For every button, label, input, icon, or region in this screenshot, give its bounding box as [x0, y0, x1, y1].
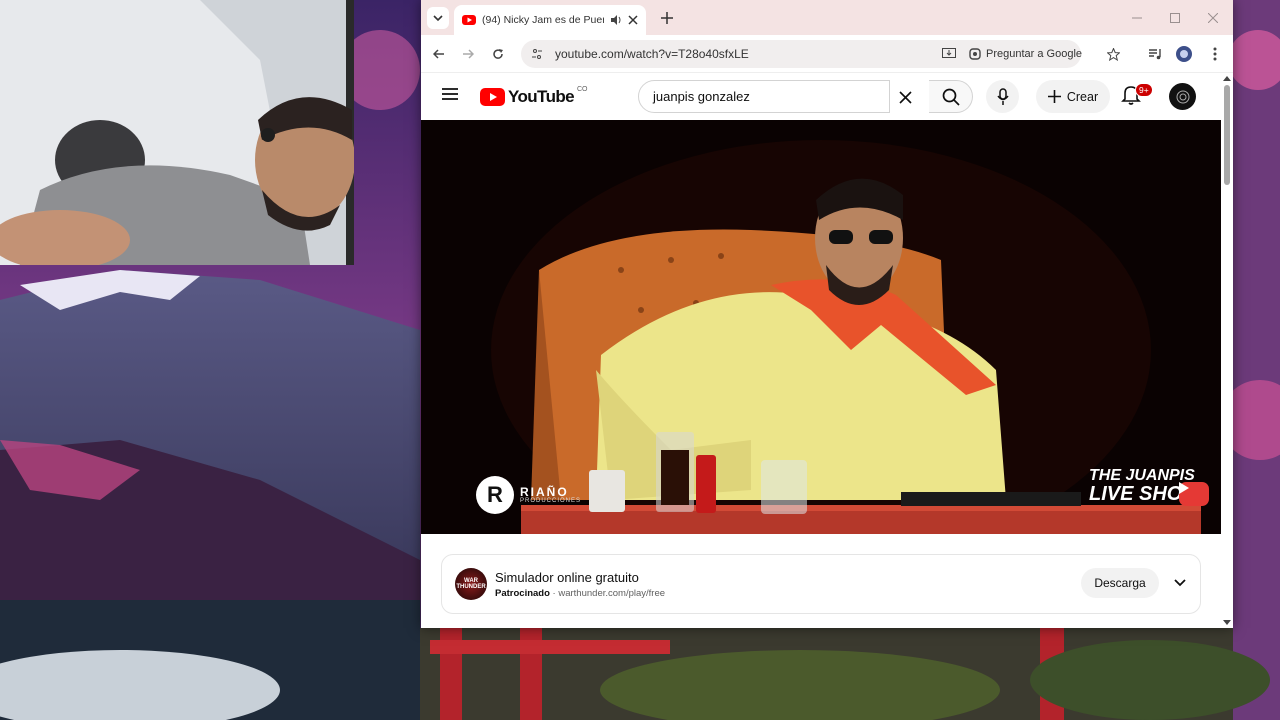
speaker-icon[interactable]	[610, 14, 622, 26]
site-info-icon[interactable]	[531, 48, 543, 60]
maximize-button[interactable]	[1165, 8, 1185, 28]
ad-title[interactable]: Simulador online gratuito	[495, 570, 639, 585]
ad-download-button[interactable]: Descarga	[1081, 568, 1159, 598]
star-icon	[1106, 47, 1120, 61]
youtube-logo-icon	[480, 88, 505, 106]
playlist-icon	[1148, 49, 1161, 60]
ask-google-label: Preguntar a Google	[986, 48, 1083, 60]
voice-search-button[interactable]	[986, 80, 1019, 113]
plus-icon	[661, 12, 673, 24]
browser-menu-button[interactable]	[1204, 43, 1226, 65]
browser-window: (94) Nicky Jam es de Puerto youtube.com/…	[421, 0, 1233, 628]
back-button[interactable]	[428, 43, 450, 65]
scroll-up-arrow-icon[interactable]	[1221, 75, 1233, 83]
ad-sponsored-label: Patrocinado	[495, 588, 550, 599]
search-query: juanpis gonzalez	[653, 89, 750, 104]
minimize-button[interactable]	[1127, 8, 1147, 28]
create-label: Crear	[1066, 89, 1099, 104]
ad-meta: Patrocinado · warthunder.com/play/free	[495, 588, 665, 599]
notifications-button[interactable]: 9+	[1121, 83, 1153, 110]
arrow-left-icon	[433, 49, 444, 59]
minimize-icon	[1132, 17, 1142, 19]
notification-count-badge: 9+	[1135, 83, 1153, 97]
country-code: CO	[577, 85, 588, 93]
ad-advertiser-logo: WAR THUNDER	[455, 568, 487, 600]
profile-button[interactable]	[1173, 43, 1195, 65]
riano-watermark: R RIAÑO PRODUCCIONES	[476, 476, 581, 514]
ad-expand-button[interactable]	[1170, 573, 1190, 593]
webcam-overlay	[0, 0, 354, 265]
google-lens-icon	[969, 48, 981, 60]
search-input[interactable]: juanpis gonzalez	[638, 80, 890, 113]
forward-button[interactable]	[457, 43, 479, 65]
channel-watermark-play-icon	[1179, 482, 1209, 506]
play-icon	[1179, 482, 1189, 494]
chevron-down-icon	[1174, 579, 1186, 587]
vertical-dots-icon	[1213, 47, 1217, 61]
close-window-button[interactable]	[1203, 8, 1223, 28]
account-avatar[interactable]	[1169, 83, 1196, 110]
close-icon	[898, 90, 912, 104]
profile-avatar-icon	[1176, 46, 1192, 62]
avatar-emblem-icon	[1176, 90, 1189, 103]
maximize-icon	[1170, 13, 1180, 23]
new-tab-button[interactable]	[657, 8, 677, 28]
scroll-down-arrow-icon[interactable]	[1221, 618, 1233, 626]
create-button[interactable]: Crear	[1036, 80, 1110, 113]
youtube-header: YouTube CO juanpis gonzalez Crear 9+	[421, 73, 1221, 120]
install-icon	[942, 48, 956, 58]
arrow-right-icon	[463, 49, 474, 59]
install-app-button[interactable]	[938, 43, 960, 65]
hamburger-icon	[442, 88, 458, 100]
plus-icon	[1047, 90, 1061, 103]
youtube-logo-text: YouTube	[508, 87, 575, 106]
youtube-favicon-icon	[462, 15, 476, 25]
webcam-person-image	[0, 0, 354, 265]
riano-r-logo: R	[476, 476, 514, 514]
ask-google-button[interactable]: Preguntar a Google	[969, 44, 1082, 64]
search-icon	[942, 88, 960, 106]
scrollbar-thumb[interactable]	[1224, 85, 1230, 185]
bookmark-button[interactable]	[1102, 43, 1124, 65]
sponsored-ad-card[interactable]: WAR THUNDER Simulador online gratuito Pa…	[441, 554, 1201, 614]
reload-button[interactable]	[487, 43, 509, 65]
youtube-page: YouTube CO juanpis gonzalez Crear 9+ R R…	[421, 73, 1221, 628]
chevron-down-icon	[433, 15, 443, 22]
video-player[interactable]: R RIAÑO PRODUCCIONES THE JUANPIS LIVE SH…	[421, 120, 1221, 534]
reload-icon	[493, 49, 503, 59]
search-button[interactable]	[929, 80, 973, 113]
ad-separator: ·	[552, 588, 556, 599]
page-scrollbar[interactable]	[1221, 73, 1233, 628]
tab-search-button[interactable]	[427, 7, 449, 29]
close-tab-icon[interactable]	[628, 15, 638, 25]
browser-toolbar: youtube.com/watch?v=T28o40sfxLE Pregunta…	[421, 35, 1233, 73]
tab-title: (94) Nicky Jam es de Puerto	[482, 14, 604, 26]
ad-domain[interactable]: warthunder.com/play/free	[558, 588, 665, 599]
riano-brand-text: RIAÑO	[520, 485, 569, 499]
riano-sub-text: PRODUCCIONES	[520, 498, 582, 504]
media-controls-button[interactable]	[1144, 43, 1166, 65]
menu-button[interactable]	[441, 87, 461, 107]
tab-strip: (94) Nicky Jam es de Puerto	[421, 0, 1233, 35]
clear-search-button[interactable]	[894, 86, 916, 108]
tab-youtube-video[interactable]: (94) Nicky Jam es de Puerto	[454, 5, 646, 35]
microphone-icon	[996, 87, 1009, 105]
youtube-logo[interactable]: YouTube CO	[480, 85, 588, 107]
url-text: youtube.com/watch?v=T28o40sfxLE	[555, 47, 749, 61]
close-icon	[1208, 13, 1218, 23]
